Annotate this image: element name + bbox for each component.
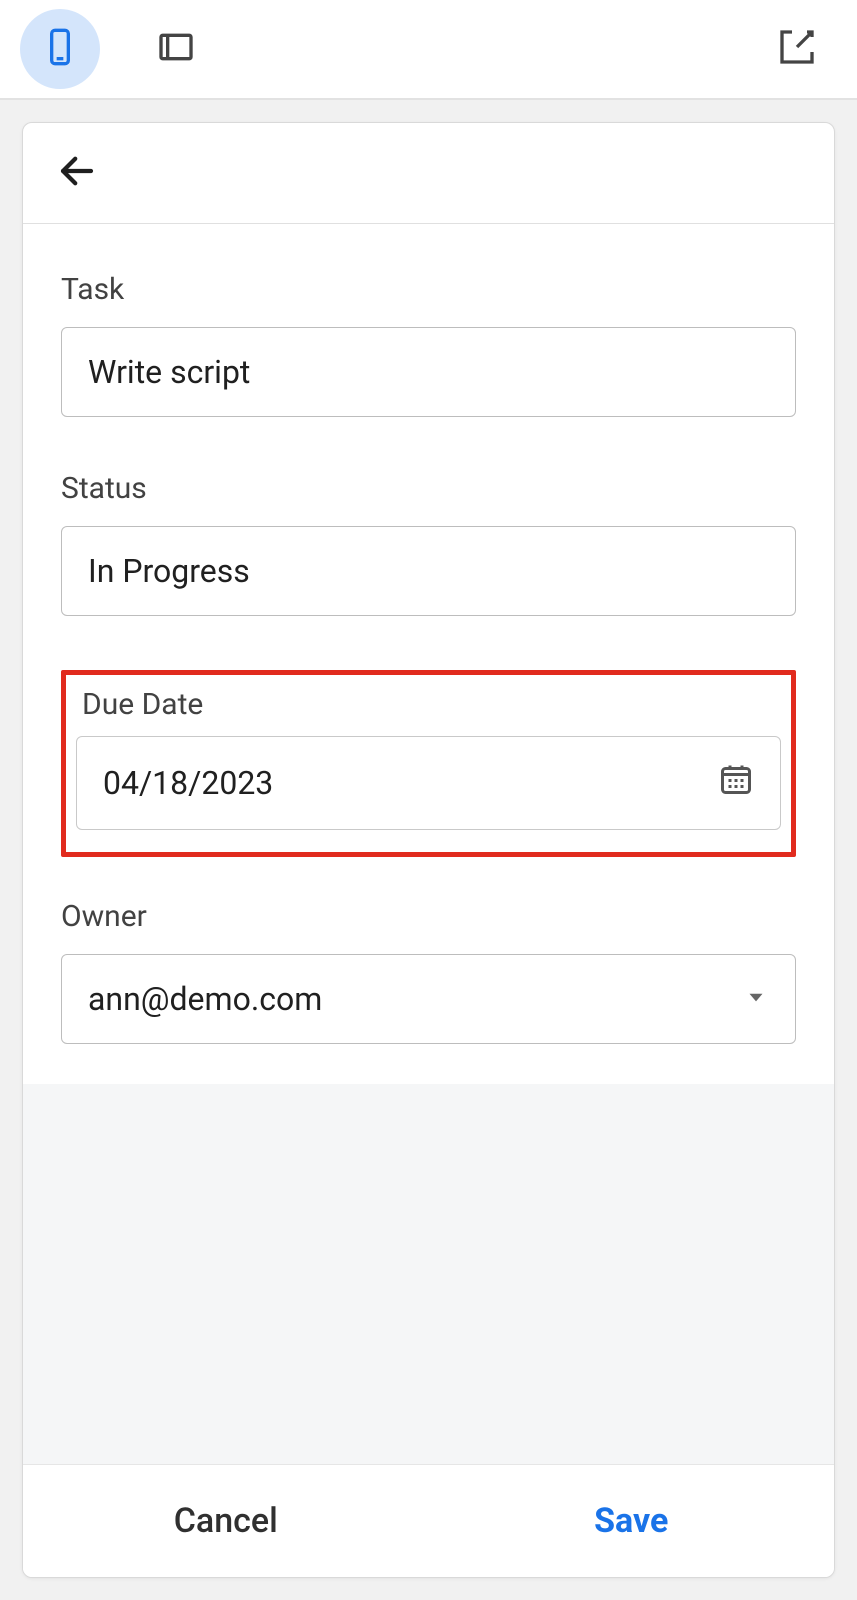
due-date-field-highlighted: Due Date 04/18/2023 [61,670,796,857]
open-external-button[interactable] [757,9,837,89]
back-arrow-icon [56,150,98,196]
tablet-icon [156,27,196,71]
footer-bar: Cancel Save [23,1464,834,1577]
form-card: Task Write script Status In Progress Due… [22,122,835,1578]
toolbar-left [20,9,216,89]
mobile-icon [40,27,80,71]
calendar-icon [718,761,754,805]
due-date-value: 04/18/2023 [103,764,273,802]
status-label: Status [61,471,796,506]
card-header [23,123,834,224]
owner-field: Owner ann@demo.com [61,899,796,1044]
device-toolbar [0,0,857,98]
status-value: In Progress [88,552,250,590]
save-button[interactable]: Save [429,1465,835,1577]
external-link-icon [777,27,817,71]
toolbar-right [757,9,837,89]
back-button[interactable] [53,149,101,197]
chevron-down-icon [743,980,769,1018]
task-label: Task [61,272,796,307]
due-date-label: Due Date [82,687,781,722]
task-value: Write script [88,353,250,391]
due-date-input[interactable]: 04/18/2023 [76,736,781,830]
owner-value: ann@demo.com [88,980,322,1018]
form-body: Task Write script Status In Progress Due… [23,224,834,1084]
status-field: Status In Progress [61,471,796,616]
preview-area: Task Write script Status In Progress Due… [0,98,857,1600]
task-input[interactable]: Write script [61,327,796,417]
mobile-preview-button[interactable] [20,9,100,89]
form-spacer [23,1084,834,1464]
task-field: Task Write script [61,272,796,417]
cancel-button[interactable]: Cancel [23,1465,429,1577]
status-input[interactable]: In Progress [61,526,796,616]
tablet-preview-button[interactable] [136,9,216,89]
owner-label: Owner [61,899,796,934]
owner-select[interactable]: ann@demo.com [61,954,796,1044]
